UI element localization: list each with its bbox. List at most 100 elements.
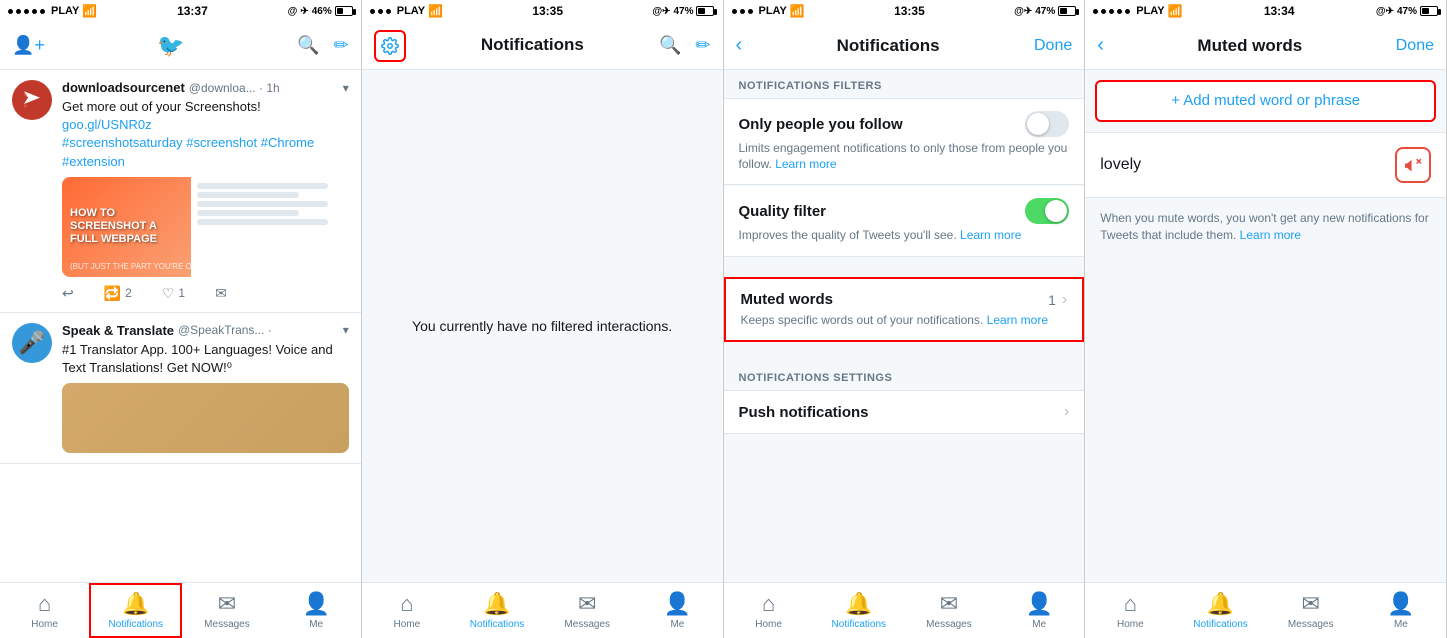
messages-icon-p2: ✉: [578, 591, 596, 617]
follow-filter-learn-more[interactable]: Learn more: [775, 157, 836, 171]
header-p1: 👤+ 🐦 🔍 ✏: [0, 22, 361, 70]
muted-word-value: lovely: [1100, 156, 1141, 174]
me-icon-p3: 👤: [1025, 591, 1052, 617]
quality-filter-learn-more[interactable]: Learn more: [960, 228, 1021, 242]
panel-notifications-filters: PLAY 📶 13:35 @✈ 47% ‹ Notifications Done…: [724, 0, 1086, 638]
nav-messages-p4[interactable]: ✉ Messages: [1266, 585, 1356, 636]
bottom-nav-p3: ⌂ Home 🔔 Notifications ✉ Messages 👤 Me: [724, 582, 1085, 638]
filters-section-header: NOTIFICATIONS FILTERS: [724, 70, 1085, 98]
status-bar-p2: PLAY 📶 13:35 @✈ 47%: [362, 0, 723, 22]
nav-me-p3[interactable]: 👤 Me: [994, 585, 1084, 636]
back-button-p3[interactable]: ‹: [736, 34, 743, 57]
nav-notifications-p4[interactable]: 🔔 Notifications: [1175, 585, 1265, 636]
home-icon-p2: ⌂: [400, 591, 413, 617]
header-title-p3: Notifications: [837, 36, 940, 56]
home-icon-p3: ⌂: [762, 591, 775, 617]
tweet-item-1[interactable]: downloadsourcenet @downloa... · 1h ▾ Get…: [0, 70, 361, 313]
add-muted-word-button[interactable]: + Add muted word or phrase: [1095, 80, 1436, 122]
messages-icon-p1: ✉: [218, 591, 236, 617]
muted-words-row[interactable]: Muted words 1 › Keeps specific words out…: [724, 277, 1085, 343]
follow-filter-title: Only people you follow: [739, 116, 903, 133]
notifications-empty-state: You currently have no filtered interacti…: [362, 70, 723, 582]
tweet-item-2[interactable]: 🎤 Speak & Translate @SpeakTrans... · ▾ #…: [0, 313, 361, 464]
header-title-p2: Notifications: [469, 22, 596, 70]
nav-me-p4[interactable]: 👤 Me: [1356, 585, 1446, 636]
tweet-actions-1: ↩ 🔁 2 ♡ 1 ✉: [62, 285, 349, 302]
nav-messages-p2[interactable]: ✉ Messages: [542, 585, 632, 636]
dm-action-1[interactable]: ✉: [215, 285, 227, 302]
chevron-down-icon-1[interactable]: ▾: [343, 81, 349, 95]
follow-filter-desc: Limits engagement notifications to only …: [739, 141, 1070, 172]
chevron-down-icon-2[interactable]: ▾: [343, 323, 349, 337]
muted-words-desc: Keeps specific words out of your notific…: [741, 313, 1068, 329]
follow-filter-row[interactable]: Only people you follow Limits engagement…: [724, 98, 1085, 185]
nav-me-p1[interactable]: 👤 Me: [272, 585, 361, 636]
quality-filter-desc: Improves the quality of Tweets you'll se…: [739, 228, 1070, 244]
muted-words-title: Muted words: [741, 291, 834, 308]
header-p3: ‹ Notifications Done: [724, 22, 1085, 70]
nav-home-p3[interactable]: ⌂ Home: [724, 585, 814, 636]
status-bar-p4: PLAY 📶 13:34 @✈ 47%: [1085, 0, 1446, 22]
avatar-dl: [12, 80, 52, 120]
done-button-p3[interactable]: Done: [1034, 37, 1072, 55]
tweet-handle-1: @downloa... · 1h: [189, 81, 280, 95]
search-icon-p1[interactable]: 🔍: [297, 35, 319, 56]
unmute-button[interactable]: [1395, 147, 1431, 183]
status-time-p1: 13:37: [177, 4, 208, 18]
done-button-p4[interactable]: Done: [1396, 37, 1434, 55]
nav-notifications-p2[interactable]: 🔔 Notifications: [452, 585, 542, 636]
status-right-p1: @ ✈ 46%: [288, 6, 353, 17]
quality-filter-title: Quality filter: [739, 203, 827, 220]
nav-home-p2[interactable]: ⌂ Home: [362, 585, 452, 636]
push-chevron-icon: ›: [1064, 403, 1069, 421]
nav-messages-label-p1: Messages: [204, 619, 250, 630]
like-action-1[interactable]: ♡ 1: [162, 285, 185, 302]
tweet-hashtags-1: #screenshotsaturday #screenshot #Chrome …: [62, 135, 314, 168]
muted-description: When you mute words, you won't get any n…: [1085, 198, 1446, 256]
empty-text: You currently have no filtered interacti…: [412, 318, 672, 334]
tweet-body-1: downloadsourcenet @downloa... · 1h ▾ Get…: [62, 80, 349, 302]
follow-filter-toggle[interactable]: [1025, 111, 1069, 137]
retweet-action-1[interactable]: 🔁 2: [104, 285, 132, 302]
nav-messages-p3[interactable]: ✉ Messages: [904, 585, 994, 636]
feed-content: downloadsourcenet @downloa... · 1h ▾ Get…: [0, 70, 361, 582]
notifications-icon-p2: 🔔: [483, 591, 510, 617]
nav-me-p2[interactable]: 👤 Me: [632, 585, 722, 636]
back-button-p4[interactable]: ‹: [1097, 34, 1104, 57]
muted-words-count: 1: [1048, 292, 1056, 308]
bottom-nav-p2: ⌂ Home 🔔 Notifications ✉ Messages 👤 Me: [362, 582, 723, 638]
bottom-nav-p4: ⌂ Home 🔔 Notifications ✉ Messages 👤 Me: [1085, 582, 1446, 638]
push-notifications-row[interactable]: Push notifications ›: [724, 390, 1085, 434]
bottom-nav-p1: ⌂ Home 🔔 Notifications ✉ Messages 👤 Me: [0, 582, 361, 638]
status-bar-p3: PLAY 📶 13:35 @✈ 47%: [724, 0, 1085, 22]
search-icon-p2[interactable]: 🔍: [659, 35, 681, 56]
notifications-icon-p3: 🔔: [845, 591, 872, 617]
nav-home-p4[interactable]: ⌂ Home: [1085, 585, 1175, 636]
nav-home-p1[interactable]: ⌂ Home: [0, 585, 89, 636]
muted-word-row[interactable]: lovely: [1085, 132, 1446, 198]
chevron-right-icon: ›: [1062, 291, 1067, 309]
avatar-sp: 🎤: [12, 323, 52, 363]
compose-icon-p1[interactable]: ✏: [334, 35, 349, 56]
compose-icon-p2[interactable]: ✏: [695, 35, 710, 56]
messages-icon-p4: ✉: [1302, 591, 1320, 617]
img-title-1: HOW TOSCREENSHOT AFULL WEBPAGE: [70, 207, 157, 247]
push-notifications-title: Push notifications: [739, 404, 869, 421]
home-icon-p1: ⌂: [38, 591, 51, 617]
muted-words-learn-more[interactable]: Learn more: [987, 313, 1048, 327]
quality-filter-toggle[interactable]: [1025, 198, 1069, 224]
messages-icon-p3: ✉: [940, 591, 958, 617]
me-icon-p2: 👤: [664, 591, 691, 617]
nav-messages-p1[interactable]: ✉ Messages: [182, 585, 271, 636]
nav-notifications-p3[interactable]: 🔔 Notifications: [814, 585, 904, 636]
header-title-p4: Muted words: [1197, 36, 1302, 56]
tweet-link-1[interactable]: goo.gl/USNR0z: [62, 117, 152, 132]
gear-icon[interactable]: [374, 30, 406, 62]
muted-learn-more[interactable]: Learn more: [1240, 228, 1301, 242]
quality-filter-row[interactable]: Quality filter Improves the quality of T…: [724, 186, 1085, 257]
panel-muted-words: PLAY 📶 13:34 @✈ 47% ‹ Muted words Done +…: [1085, 0, 1447, 638]
nav-notifications-p1[interactable]: 🔔 Notifications: [89, 583, 182, 638]
nav-home-label-p1: Home: [31, 619, 58, 630]
reply-action-1[interactable]: ↩: [62, 285, 74, 302]
add-user-icon[interactable]: 👤+: [12, 35, 45, 56]
